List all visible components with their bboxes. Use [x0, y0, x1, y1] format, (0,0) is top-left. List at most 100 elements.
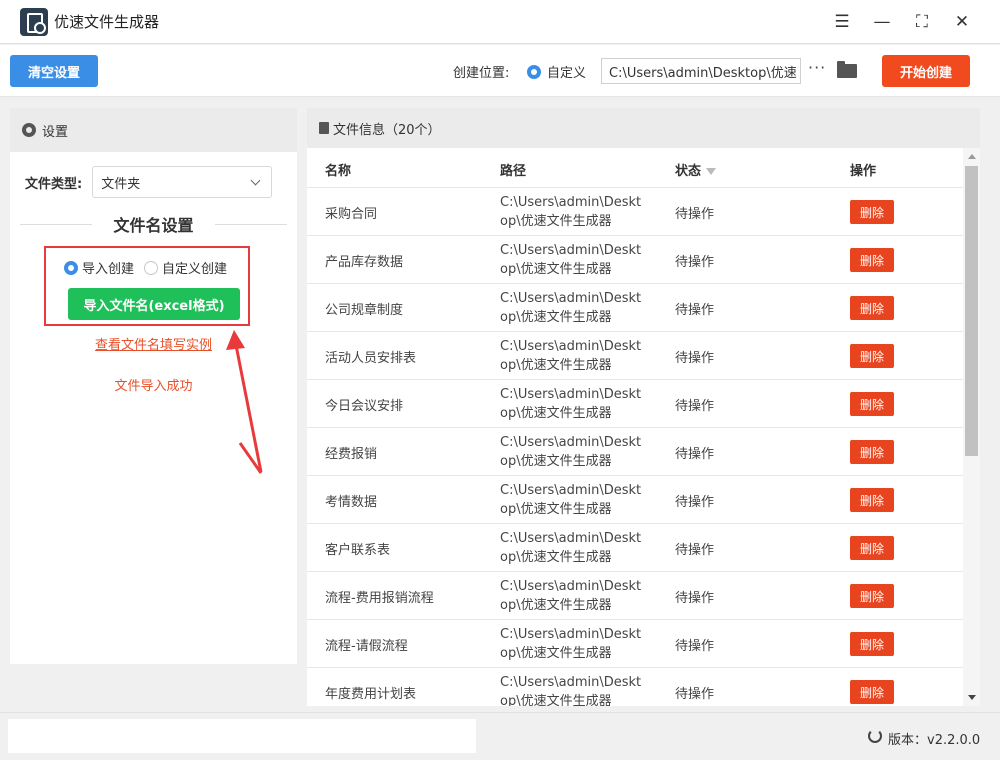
file-name: 年度费用计划表 — [325, 687, 417, 702]
file-status: 待操作 — [675, 495, 715, 510]
annotation-highlight-box: 导入创建 自定义创建 导入文件名(excel格式) — [44, 246, 250, 326]
table-row[interactable]: 年度费用计划表 C:\Users\admin\Desktop\优速文件生成器 待操作… — [307, 668, 963, 706]
file-status: 待操作 — [675, 687, 715, 702]
scrollbar-thumb[interactable] — [965, 166, 978, 456]
scroll-down-icon[interactable] — [968, 695, 976, 700]
file-status: 待操作 — [675, 639, 715, 654]
file-status: 待操作 — [675, 591, 715, 606]
custom-mode-label: 自定义创建 — [162, 262, 228, 277]
document-icon — [319, 122, 329, 134]
file-status: 待操作 — [675, 543, 715, 558]
file-path: C:\Users\admin\Desktop\优速文件生成器 — [500, 291, 642, 325]
delete-button[interactable]: 删除 — [850, 488, 894, 512]
table-row[interactable]: 经费报销 C:\Users\admin\Desktop\优速文件生成器 待操作 删除 — [307, 428, 963, 476]
more-options-icon[interactable]: ··· — [808, 58, 826, 77]
status-bar: 版本：v2.2.0.0 — [0, 712, 1000, 760]
delete-button[interactable]: 删除 — [850, 584, 894, 608]
menu-icon[interactable]: ☰ — [822, 8, 862, 36]
file-name: 产品库存数据 — [325, 255, 404, 270]
file-type-value: 文件夹 — [101, 176, 141, 192]
annotation-arrow — [226, 330, 263, 473]
file-name: 客户联系表 — [325, 543, 391, 558]
location-label: 创建位置: — [453, 66, 510, 81]
file-name: 活动人员安排表 — [325, 351, 417, 366]
file-name: 流程-请假流程 — [325, 639, 408, 654]
delete-button[interactable]: 删除 — [850, 632, 894, 656]
radio-checked-icon[interactable] — [64, 260, 78, 275]
file-path: C:\Users\admin\Desktop\优速文件生成器 — [500, 387, 642, 421]
file-status: 待操作 — [675, 351, 715, 366]
custom-location-radio[interactable]: 自定义 — [527, 62, 586, 81]
file-path: C:\Users\admin\Desktop\优速文件生成器 — [500, 339, 642, 373]
radio-unchecked-icon[interactable] — [144, 260, 159, 275]
table-row[interactable]: 今日会议安排 C:\Users\admin\Desktop\优速文件生成器 待操作 删… — [307, 380, 963, 428]
table-row[interactable]: 公司规章制度 C:\Users\admin\Desktop\优速文件生成器 待操作 删… — [307, 284, 963, 332]
file-path: C:\Users\admin\Desktop\优速文件生成器 — [500, 627, 642, 661]
file-status: 待操作 — [675, 303, 715, 318]
file-path: C:\Users\admin\Desktop\优速文件生成器 — [500, 483, 642, 517]
table-header: 名称 路径 状态 操作 — [307, 148, 963, 188]
file-name: 考情数据 — [325, 495, 378, 510]
scroll-up-icon[interactable] — [968, 154, 976, 159]
vertical-scrollbar[interactable] — [963, 148, 980, 706]
table-row[interactable]: 流程-费用报销流程 C:\Users\admin\Desktop\优速文件生成器 待… — [307, 572, 963, 620]
file-status: 待操作 — [675, 207, 715, 222]
refresh-icon[interactable] — [868, 729, 882, 743]
chevron-down-icon — [250, 175, 261, 186]
delete-button[interactable]: 删除 — [850, 248, 894, 272]
close-icon[interactable]: ✕ — [942, 8, 982, 36]
window-controls: ☰ — ⛶ ✕ — [822, 8, 982, 36]
app-logo-icon — [20, 7, 48, 36]
column-path[interactable]: 路径 — [500, 160, 526, 179]
file-path: C:\Users\admin\Desktop\优速文件生成器 — [500, 531, 642, 565]
table-row[interactable]: 产品库存数据 C:\Users\admin\Desktop\优速文件生成器 待操作 删… — [307, 236, 963, 284]
column-status[interactable]: 状态 — [675, 160, 717, 179]
file-status: 待操作 — [675, 255, 715, 270]
table-row[interactable]: 流程-请假流程 C:\Users\admin\Desktop\优速文件生成器 待操作… — [307, 620, 963, 668]
toolbar: 清空设置 创建位置: 自定义 ··· 开始创建 — [0, 45, 1000, 97]
delete-button[interactable]: 删除 — [850, 440, 894, 464]
maximize-icon[interactable]: ⛶ — [902, 8, 942, 36]
file-name: 采购合同 — [325, 207, 378, 222]
filter-icon[interactable] — [706, 168, 717, 175]
file-path: C:\Users\admin\Desktop\优速文件生成器 — [500, 195, 642, 229]
start-create-button[interactable]: 开始创建 — [882, 55, 970, 87]
settings-header: 设置 — [10, 108, 297, 152]
delete-button[interactable]: 删除 — [850, 200, 894, 224]
file-info-title: 文件信息（20个） — [333, 122, 441, 138]
file-path: C:\Users\admin\Desktop\优速文件生成器 — [500, 243, 642, 277]
file-name: 经费报销 — [325, 447, 378, 462]
file-table-body: 采购合同 C:\Users\admin\Desktop\优速文件生成器 待操作 删除产… — [307, 188, 963, 706]
delete-button[interactable]: 删除 — [850, 680, 894, 704]
table-row[interactable]: 客户联系表 C:\Users\admin\Desktop\优速文件生成器 待操作 删除 — [307, 524, 963, 572]
app-title: 优速文件生成器 — [54, 13, 160, 31]
table-row[interactable]: 考情数据 C:\Users\admin\Desktop\优速文件生成器 待操作 删除 — [307, 476, 963, 524]
import-mode-label: 导入创建 — [82, 262, 135, 277]
filename-settings-title: 文件名设置 — [20, 212, 287, 236]
file-info-panel: 文件信息（20个） 名称 路径 状态 操作 采购合同 C:\Users\admin… — [307, 108, 980, 706]
import-mode-option[interactable]: 导入创建 — [64, 258, 134, 277]
delete-button[interactable]: 删除 — [850, 392, 894, 416]
custom-mode-option[interactable]: 自定义创建 — [144, 258, 227, 277]
column-status-label: 状态 — [675, 164, 702, 179]
import-filenames-button[interactable]: 导入文件名(excel格式) — [68, 288, 240, 320]
file-type-select[interactable]: 文件夹 — [92, 166, 273, 198]
custom-location-label: 自定义 — [547, 66, 587, 81]
delete-button[interactable]: 删除 — [850, 536, 894, 560]
delete-button[interactable]: 删除 — [850, 296, 894, 320]
delete-button[interactable]: 删除 — [850, 344, 894, 368]
file-status: 待操作 — [675, 399, 715, 414]
column-name[interactable]: 名称 — [325, 160, 351, 179]
radio-checked-icon[interactable] — [527, 64, 541, 79]
folder-icon[interactable] — [837, 61, 857, 78]
title-bar: 优速文件生成器 ☰ — ⛶ ✕ — [0, 0, 1000, 44]
minimize-icon[interactable]: — — [862, 8, 902, 36]
table-row[interactable]: 活动人员安排表 C:\Users\admin\Desktop\优速文件生成器 待操作… — [307, 332, 963, 380]
clear-settings-button[interactable]: 清空设置 — [10, 55, 98, 87]
table-row[interactable]: 采购合同 C:\Users\admin\Desktop\优速文件生成器 待操作 删除 — [307, 188, 963, 236]
file-type-row: 文件类型: 文件夹 — [25, 166, 273, 198]
output-path-input[interactable] — [601, 58, 801, 84]
file-path: C:\Users\admin\Desktop\优速文件生成器 — [500, 675, 642, 706]
file-path: C:\Users\admin\Desktop\优速文件生成器 — [500, 579, 642, 613]
gear-icon — [22, 123, 36, 137]
